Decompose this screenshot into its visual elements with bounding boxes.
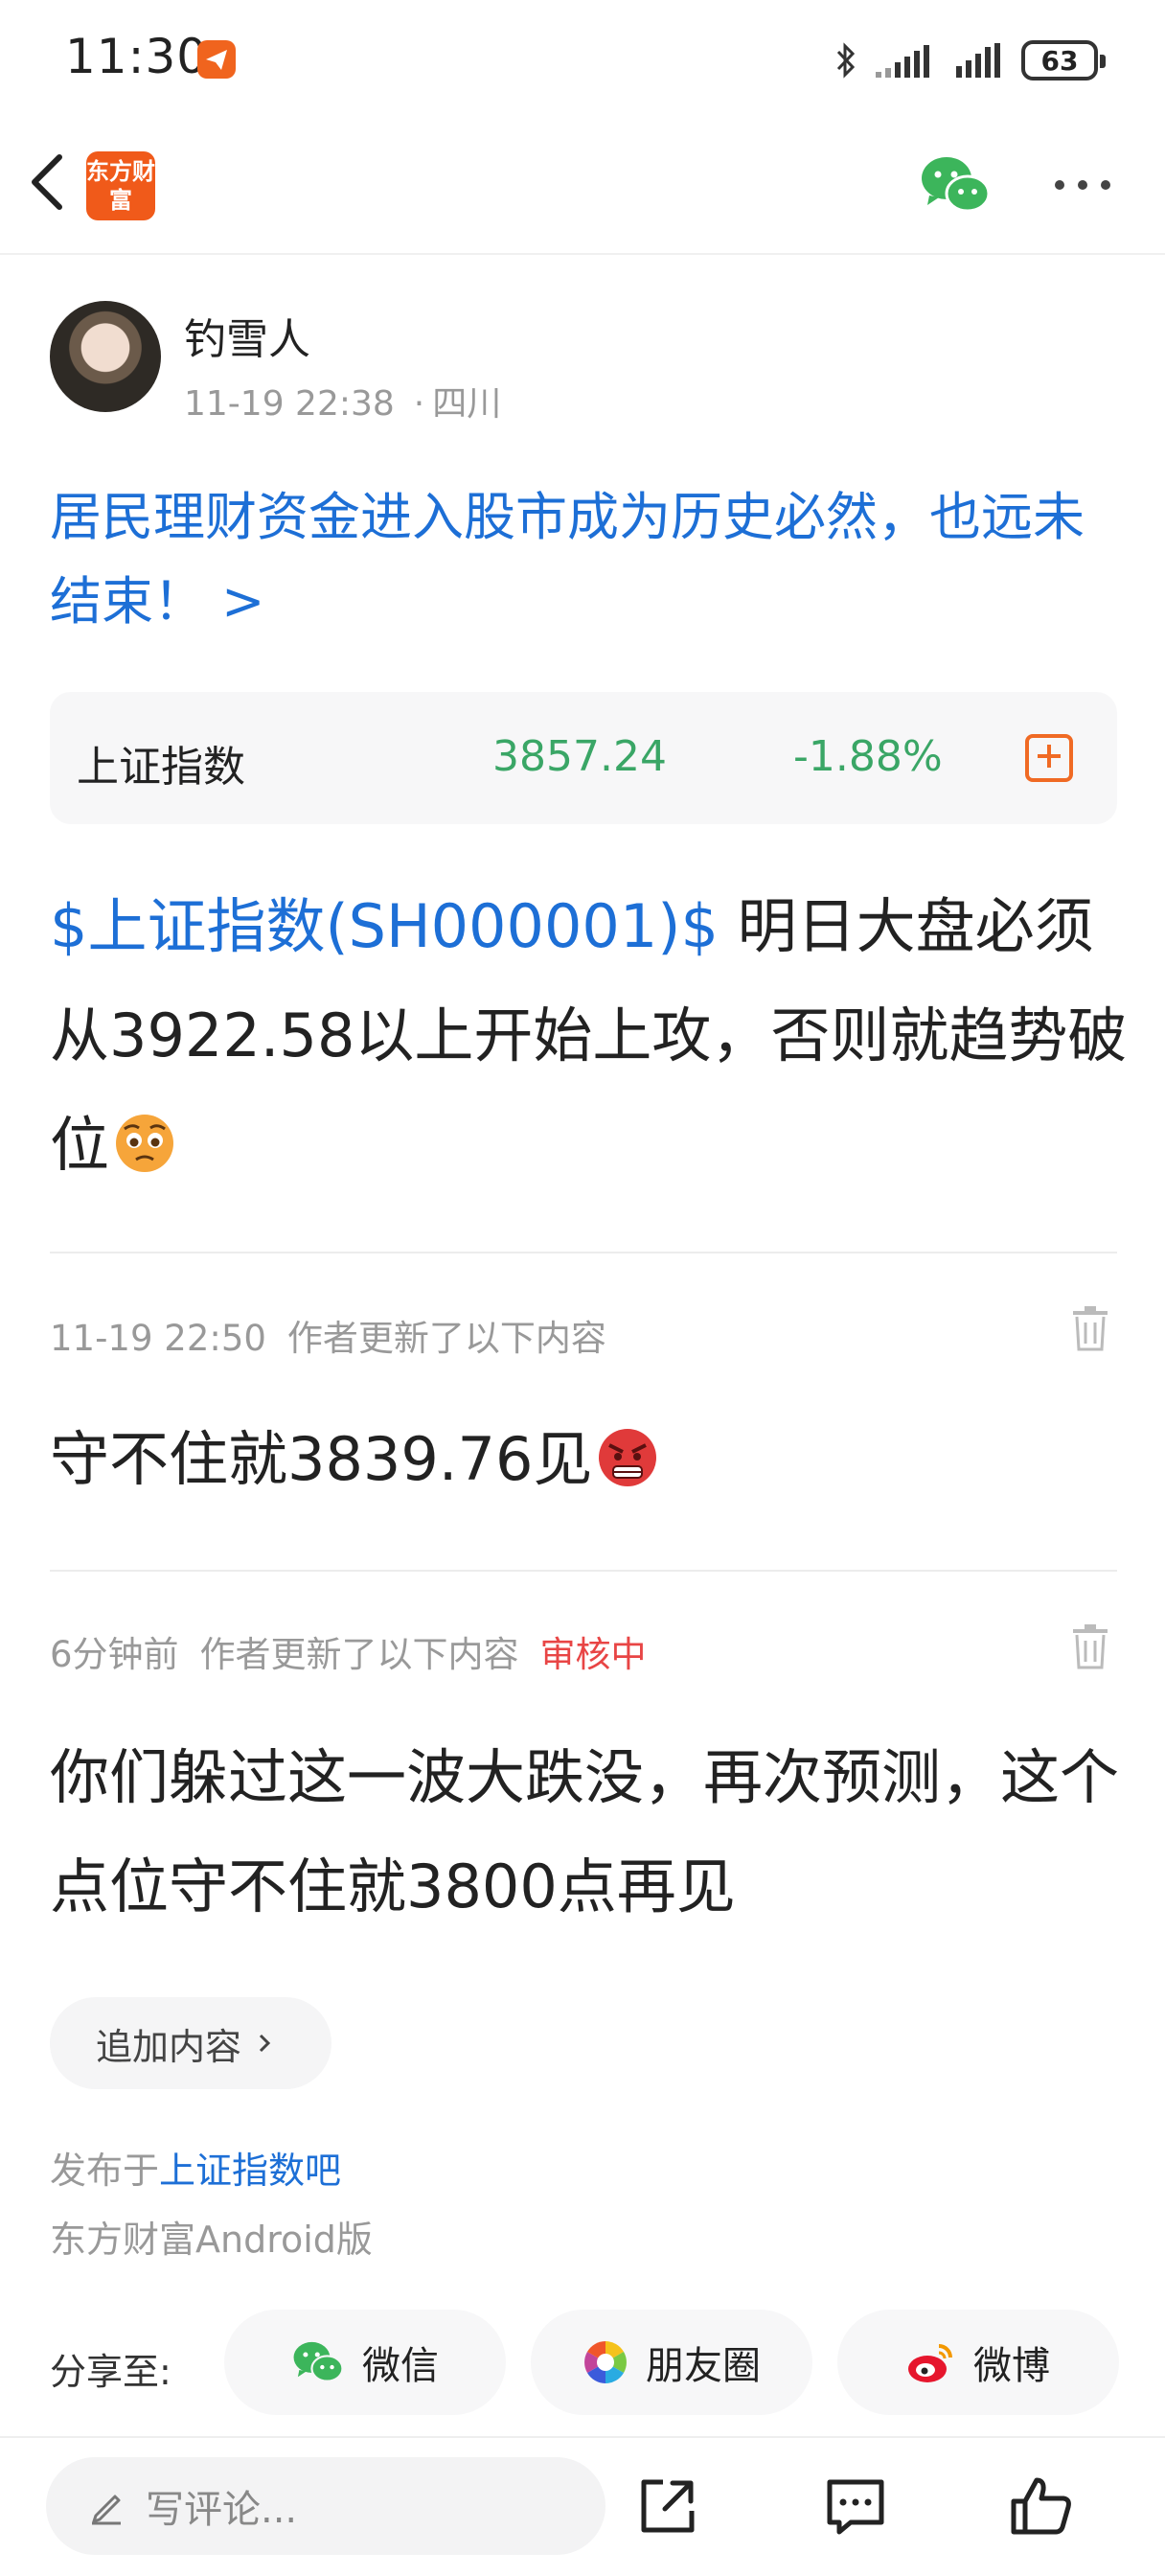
- app-bar: 东方财富: [0, 115, 1165, 255]
- quote-name: 上证指数: [77, 743, 245, 792]
- published-prefix: 发布于: [50, 2150, 160, 2192]
- share-moments-label: 朋友圈: [646, 2344, 761, 2388]
- signal-icon: [876, 45, 929, 78]
- trash-icon: [1073, 1306, 1108, 1351]
- update-meta: 11-19 22:50 作者更新了以下内容: [50, 1309, 628, 1361]
- update-text-content: 守不住就3839.76见: [50, 1424, 593, 1494]
- pleading-face-icon: [116, 1115, 174, 1172]
- post-meta: 11-19 22:38 · 四川: [184, 376, 501, 426]
- update-time: 11-19 22:50: [50, 1318, 266, 1359]
- back-button[interactable]: [21, 144, 79, 220]
- forum-link[interactable]: 上证指数吧: [159, 2150, 341, 2192]
- comment-input[interactable]: 写评论...: [46, 2457, 605, 2555]
- like-icon[interactable]: [1008, 2472, 1075, 2540]
- notification-app-icon: [197, 40, 236, 79]
- status-time: 11:30: [65, 29, 209, 84]
- back-arrow-icon: [32, 154, 62, 210]
- more-icon: [1055, 180, 1064, 190]
- pencil-icon: [92, 2495, 121, 2525]
- wechat-icon: [293, 2341, 344, 2382]
- share-label: 分享至:: [50, 2351, 171, 2393]
- bluetooth-icon: [836, 42, 856, 79]
- published-in: 发布于上证指数吧: [50, 2141, 341, 2194]
- brand-logo[interactable]: 东方财富: [86, 151, 155, 220]
- chevron-right-icon: [259, 2034, 271, 2053]
- divider: [50, 1570, 1117, 1572]
- divider: [50, 1252, 1117, 1254]
- stock-tag-link[interactable]: $上证指数(SH000001)$: [50, 891, 719, 961]
- share-wechat-label: 微信: [362, 2344, 439, 2388]
- comment-placeholder: 写评论...: [146, 2488, 298, 2532]
- trash-icon: [1073, 1624, 1108, 1669]
- more-button[interactable]: [1049, 168, 1116, 202]
- update-label: 作者更新了以下内容: [286, 1318, 606, 1359]
- post-datetime: 11-19 22:38: [184, 384, 395, 424]
- post-title-link[interactable]: 居民理财资金进入股市成为历史必然，也远未结束！ >: [50, 475, 1132, 644]
- author-name[interactable]: 钓雪人: [184, 305, 310, 366]
- update-text: 你们躲过这一波大跌没，再次预测，这个点位守不住就3800点再见: [50, 1742, 1120, 1921]
- delete-update-button[interactable]: [1071, 1623, 1109, 1669]
- share-weibo-button[interactable]: 微博: [837, 2310, 1119, 2415]
- status-icons: 63: [835, 36, 1106, 84]
- stock-quote-card[interactable]: 上证指数 3857.24 -1.88%: [50, 692, 1117, 824]
- share-moments-button[interactable]: 朋友圈: [531, 2310, 812, 2415]
- review-status-badge: 审核中: [539, 1634, 647, 1675]
- append-content-label: 追加内容: [96, 2025, 242, 2068]
- wechat-share-button[interactable]: [920, 153, 991, 217]
- avatar[interactable]: [50, 301, 161, 412]
- share-weibo-label: 微博: [973, 2344, 1050, 2388]
- append-content-button[interactable]: 追加内容: [50, 1997, 331, 2089]
- add-watchlist-icon[interactable]: [1025, 734, 1073, 782]
- quote-price: 3857.24: [492, 732, 667, 781]
- quote-change: -1.88%: [793, 732, 943, 781]
- comment-icon[interactable]: [822, 2472, 889, 2540]
- share-wechat-button[interactable]: 微信: [224, 2310, 506, 2415]
- meta-separator: ·: [413, 384, 425, 424]
- signal-icon-2: [956, 43, 1000, 78]
- delete-update-button[interactable]: [1071, 1305, 1109, 1351]
- moments-icon: [584, 2341, 627, 2383]
- post-body: $上证指数(SH000001)$ 明日大盘必须从3922.58以上开始上攻，否则…: [50, 872, 1142, 1200]
- weibo-icon: [908, 2344, 952, 2382]
- wechat-icon: [922, 157, 991, 213]
- battery-indicator: 63: [1021, 40, 1106, 80]
- angry-face-icon: [599, 1429, 657, 1486]
- update-time: 6分钟前: [50, 1634, 179, 1675]
- status-bar: 11:30 63: [0, 0, 1165, 115]
- update-label: 作者更新了以下内容: [199, 1634, 519, 1675]
- update-meta: 6分钟前 作者更新了以下内容 审核中: [50, 1625, 668, 1677]
- share-out-icon[interactable]: [634, 2472, 701, 2540]
- post-location: 四川: [432, 384, 502, 424]
- update-text: 守不住就3839.76见: [50, 1405, 1132, 1514]
- bottom-bar: 写评论...: [0, 2436, 1165, 2576]
- platform-label: 东方财富Android版: [50, 2219, 373, 2261]
